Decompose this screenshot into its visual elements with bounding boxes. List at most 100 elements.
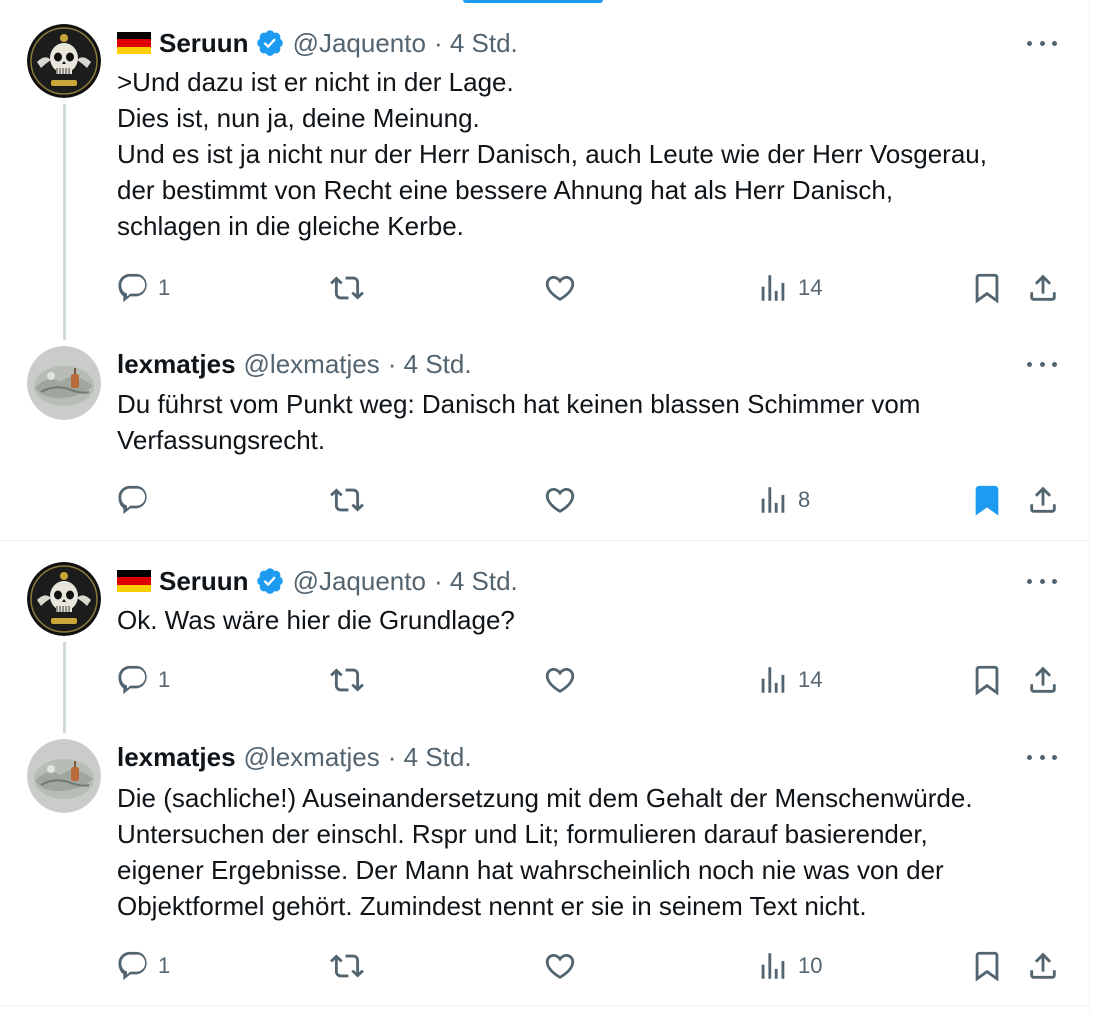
user-handle[interactable]: @Jaquento: [293, 566, 426, 597]
views-icon: [761, 667, 785, 693]
reply-icon: [118, 273, 147, 303]
verified-badge-icon[interactable]: [255, 28, 285, 58]
action-bar: 1 14: [0, 268, 1089, 308]
retweet-button[interactable]: [330, 480, 372, 520]
share-button[interactable]: [1026, 268, 1060, 308]
share-icon: [1030, 952, 1056, 979]
share-button[interactable]: [1026, 946, 1060, 986]
timestamp[interactable]: · 4 Std.: [434, 28, 518, 59]
views-button[interactable]: 8: [756, 480, 810, 520]
tweet-text-line: Untersuchen der einschl. Rspr und Lit; f…: [117, 819, 928, 849]
tweet-text-line: Und es ist ja nicht nur der Herr Danisch…: [117, 139, 987, 169]
avatar[interactable]: [27, 24, 101, 98]
reply-button[interactable]: [116, 480, 158, 520]
bookmark-button[interactable]: [970, 660, 1004, 700]
heart-icon: [545, 953, 575, 979]
verified-badge-icon[interactable]: [255, 566, 285, 596]
reply-button[interactable]: 1: [116, 946, 170, 986]
bookmark-icon: [975, 273, 999, 304]
share-button[interactable]: [1026, 660, 1060, 700]
heart-icon: [545, 275, 575, 301]
avatar[interactable]: [27, 739, 101, 813]
more-options-icon[interactable]: [1027, 33, 1057, 53]
timestamp[interactable]: · 4 Std.: [388, 349, 472, 380]
more-options-icon[interactable]: [1027, 571, 1057, 591]
reply-button[interactable]: 1: [116, 268, 170, 308]
like-button[interactable]: [543, 660, 585, 700]
reply-count: 1: [158, 953, 171, 978]
share-icon: [1030, 666, 1056, 693]
reply-button[interactable]: 1: [116, 660, 170, 700]
retweet-icon: [330, 668, 364, 692]
action-bar: 1 10: [0, 946, 1089, 986]
reply-icon: [118, 951, 147, 981]
more-options-icon[interactable]: [1027, 747, 1057, 767]
user-handle[interactable]: @lexmatjes: [244, 349, 380, 380]
share-icon: [1030, 274, 1056, 301]
tweet[interactable]: lexmatjes @lexmatjes · 4 Std. Die (sachl…: [0, 733, 1089, 1005]
views-button[interactable]: 10: [756, 946, 822, 986]
avatar[interactable]: [27, 346, 101, 420]
bookmark-icon: [975, 665, 999, 696]
action-bar: 8: [0, 480, 1089, 520]
share-icon: [1030, 486, 1056, 513]
user-handle[interactable]: @lexmatjes: [244, 742, 380, 773]
tweet-text-line: Objektformel gehört. Zumindest nennt er …: [117, 891, 867, 921]
display-name[interactable]: lexmatjes: [117, 742, 236, 773]
bookmark-button[interactable]: [970, 268, 1004, 308]
tweet-text-line: eigener Ergebnisse. Der Mann hat wahrsch…: [117, 855, 944, 885]
more-options-icon[interactable]: [1027, 354, 1057, 374]
views-count: 8: [798, 487, 811, 512]
column-border: [1089, 0, 1090, 1012]
thread-divider: [0, 1005, 1089, 1006]
tweet-text: Ok. Was wäre hier die Grundlage?: [117, 602, 1057, 638]
tweet[interactable]: Seruun @Jaquento · 4 Std. Ok. Was wäre h…: [0, 541, 1089, 733]
timestamp[interactable]: · 4 Std.: [388, 742, 472, 773]
tweet[interactable]: lexmatjes @lexmatjes · 4 Std. Du führst …: [0, 340, 1089, 540]
display-name[interactable]: lexmatjes: [117, 349, 236, 380]
views-count: 10: [798, 953, 823, 978]
reply-count: 1: [158, 275, 171, 300]
retweet-button[interactable]: [330, 946, 372, 986]
bookmark-button[interactable]: [970, 946, 1004, 986]
like-button[interactable]: [543, 946, 585, 986]
retweet-button[interactable]: [330, 268, 372, 308]
tweet-text: Die (sachliche!) Auseinandersetzung mit …: [117, 780, 1057, 924]
bookmark-filled-icon: [975, 485, 999, 516]
heart-icon: [545, 487, 575, 513]
tweet-text-line: Ok. Was wäre hier die Grundlage?: [117, 605, 515, 635]
views-count: 14: [798, 275, 823, 300]
tweet-text: Du führst vom Punkt weg: Danisch hat kei…: [117, 386, 1057, 458]
views-button[interactable]: 14: [756, 660, 822, 700]
bookmark-button[interactable]: [970, 480, 1004, 520]
reply-icon: [118, 665, 147, 695]
tweet-text-line: Verfassungsrecht.: [117, 425, 326, 455]
tweet-text-line: >Und dazu ist er nicht in der Lage.: [117, 67, 514, 97]
views-button[interactable]: 14: [756, 268, 822, 308]
avatar[interactable]: [27, 562, 101, 636]
like-button[interactable]: [543, 480, 585, 520]
user-handle[interactable]: @Jaquento: [293, 28, 426, 59]
tweet-text-line: Die (sachliche!) Auseinandersetzung mit …: [117, 783, 973, 813]
reply-count: 1: [158, 667, 171, 692]
like-button[interactable]: [543, 268, 585, 308]
bookmark-icon: [975, 951, 999, 982]
reply-icon: [118, 485, 147, 515]
display-name[interactable]: Seruun: [159, 28, 249, 59]
tweet-text-line: der bestimmt von Recht eine bessere Ahnu…: [117, 175, 894, 205]
action-bar: 1 14: [0, 660, 1089, 700]
display-name[interactable]: Seruun: [159, 566, 249, 597]
tweet[interactable]: Seruun @Jaquento · 4 Std. >Und dazu ist …: [0, 0, 1089, 340]
tweet-text-line: Du führst vom Punkt weg: Danisch hat kei…: [117, 389, 921, 419]
german-flag-icon: [117, 32, 151, 54]
share-button[interactable]: [1026, 480, 1060, 520]
views-icon: [761, 953, 785, 979]
views-icon: [761, 275, 785, 301]
timestamp[interactable]: · 4 Std.: [434, 566, 518, 597]
views-count: 14: [798, 667, 823, 692]
german-flag-icon: [117, 570, 151, 592]
views-icon: [761, 487, 785, 513]
tweet-text: >Und dazu ist er nicht in der Lage. Dies…: [117, 64, 1057, 244]
retweet-button[interactable]: [330, 660, 372, 700]
heart-icon: [545, 667, 575, 693]
